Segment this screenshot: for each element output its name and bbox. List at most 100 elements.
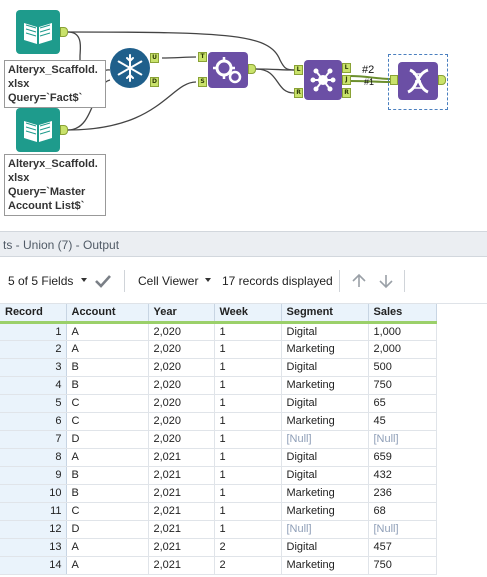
join-r-in-anchor[interactable]: R — [294, 88, 303, 98]
table-row[interactable]: 14 A 2,021 2 Marketing 750 — [0, 556, 437, 575]
table-cell[interactable]: 68 — [368, 502, 437, 521]
table-cell[interactable]: 1 — [214, 430, 282, 449]
formula-s-anchor[interactable]: S — [198, 77, 207, 87]
table-cell[interactable]: Digital — [281, 322, 369, 341]
results-grid[interactable]: Record Account Year Week Segment Sales 1 A 2,02… — [0, 304, 487, 577]
append-fields-tool[interactable] — [110, 48, 150, 88]
table-row[interactable]: 9 B 2,021 1 Digital 432 — [0, 466, 437, 485]
table-cell[interactable]: 2,021 — [148, 520, 215, 539]
table-cell[interactable]: 1 — [214, 484, 282, 503]
chevron-down-icon[interactable] — [81, 278, 87, 282]
join-j-out-anchor[interactable]: J — [342, 75, 351, 85]
table-cell[interactable]: 1,000 — [368, 322, 437, 341]
record-number-cell[interactable]: 13 — [0, 538, 67, 557]
table-cell[interactable]: 2,021 — [148, 448, 215, 467]
cell-viewer-selector[interactable]: Cell Viewer — [138, 274, 198, 288]
input2-output-anchor[interactable] — [60, 125, 68, 135]
record-number-cell[interactable]: 14 — [0, 556, 67, 575]
column-header-record[interactable]: Record — [0, 304, 67, 324]
table-cell[interactable]: 45 — [368, 412, 437, 431]
table-cell[interactable]: A — [66, 556, 149, 575]
formula-output-anchor[interactable] — [248, 64, 256, 74]
table-cell[interactable]: C — [66, 412, 149, 431]
table-cell[interactable]: 2,021 — [148, 556, 215, 575]
table-row[interactable]: 13 A 2,021 2 Digital 457 — [0, 538, 437, 557]
table-cell[interactable]: 2,020 — [148, 430, 215, 449]
table-cell[interactable]: 500 — [368, 358, 437, 377]
record-number-cell[interactable]: 11 — [0, 502, 67, 521]
record-number-cell[interactable]: 10 — [0, 484, 67, 503]
column-header-sales[interactable]: Sales — [368, 304, 437, 324]
column-header-year[interactable]: Year — [148, 304, 215, 324]
table-cell[interactable]: A — [66, 448, 149, 467]
table-cell[interactable]: A — [66, 538, 149, 557]
table-cell[interactable]: 2,021 — [148, 538, 215, 557]
table-cell[interactable]: D — [66, 520, 149, 539]
table-cell[interactable]: Marketing — [281, 376, 369, 395]
table-cell[interactable]: 1 — [214, 340, 282, 359]
join-l-in-anchor[interactable]: L — [294, 65, 303, 75]
table-cell[interactable]: 2,020 — [148, 322, 215, 341]
table-row[interactable]: 11 C 2,021 1 Marketing 68 — [0, 502, 437, 521]
record-number-cell[interactable]: 12 — [0, 520, 67, 539]
table-cell[interactable]: 1 — [214, 376, 282, 395]
record-number-cell[interactable]: 2 — [0, 340, 67, 359]
table-cell[interactable]: 1 — [214, 322, 282, 341]
union-tool[interactable] — [398, 62, 438, 100]
record-number-cell[interactable]: 4 — [0, 376, 67, 395]
table-cell[interactable]: Digital — [281, 538, 369, 557]
checkmark-icon[interactable] — [94, 273, 112, 289]
table-cell[interactable]: 1 — [214, 520, 282, 539]
table-cell[interactable]: B — [66, 376, 149, 395]
table-cell[interactable]: 2,020 — [148, 412, 215, 431]
workflow-canvas[interactable]: Alteryx_Scaffold. xlsx Query=`Fact$` Alt… — [0, 0, 487, 231]
table-cell[interactable]: 457 — [368, 538, 437, 557]
table-cell[interactable]: B — [66, 358, 149, 377]
append-u-anchor[interactable]: U — [150, 53, 159, 63]
table-row[interactable]: 8 A 2,021 1 Digital 659 — [0, 448, 437, 467]
table-row[interactable]: 12 D 2,021 1 [Null] [Null] — [0, 520, 437, 539]
table-row[interactable]: 1 A 2,020 1 Digital 1,000 — [0, 322, 437, 341]
table-cell[interactable]: 65 — [368, 394, 437, 413]
table-cell[interactable]: C — [66, 394, 149, 413]
table-cell[interactable]: Digital — [281, 466, 369, 485]
table-cell[interactable]: [Null] — [281, 430, 369, 449]
table-cell[interactable]: 2,021 — [148, 466, 215, 485]
table-cell[interactable]: Marketing — [281, 484, 369, 503]
table-row[interactable]: 7 D 2,020 1 [Null] [Null] — [0, 430, 437, 449]
record-number-cell[interactable]: 8 — [0, 448, 67, 467]
table-cell[interactable]: 432 — [368, 466, 437, 485]
table-row[interactable]: 2 A 2,020 1 Marketing 2,000 — [0, 340, 437, 359]
column-header-week[interactable]: Week — [214, 304, 282, 324]
table-row[interactable]: 5 C 2,020 1 Digital 65 — [0, 394, 437, 413]
table-cell[interactable]: 1 — [214, 466, 282, 485]
append-d-anchor[interactable]: D — [150, 77, 159, 87]
record-number-cell[interactable]: 9 — [0, 466, 67, 485]
table-cell[interactable]: Marketing — [281, 412, 369, 431]
table-cell[interactable]: 1 — [214, 502, 282, 521]
table-cell[interactable]: 236 — [368, 484, 437, 503]
table-cell[interactable]: D — [66, 430, 149, 449]
table-cell[interactable]: Marketing — [281, 502, 369, 521]
arrow-down-icon[interactable] — [378, 273, 394, 289]
table-cell[interactable]: 2 — [214, 538, 282, 557]
column-header-segment[interactable]: Segment — [281, 304, 369, 324]
table-cell[interactable]: 1 — [214, 394, 282, 413]
table-cell[interactable]: 2,021 — [148, 502, 215, 521]
record-number-cell[interactable]: 5 — [0, 394, 67, 413]
table-cell[interactable]: 1 — [214, 448, 282, 467]
arrow-up-icon[interactable] — [351, 273, 367, 289]
formula-t-anchor[interactable]: T — [198, 52, 207, 62]
record-number-cell[interactable]: 1 — [0, 322, 67, 341]
input-data-tool-1[interactable] — [16, 10, 60, 54]
input-data-tool-2[interactable] — [16, 108, 60, 152]
table-cell[interactable]: C — [66, 502, 149, 521]
formula-tool[interactable] — [208, 52, 248, 88]
table-row[interactable]: 6 C 2,020 1 Marketing 45 — [0, 412, 437, 431]
union-output-anchor[interactable] — [438, 75, 446, 85]
input1-output-anchor[interactable] — [60, 27, 68, 37]
table-cell[interactable]: Marketing — [281, 340, 369, 359]
fields-selector[interactable]: 5 of 5 Fields — [8, 274, 73, 288]
table-cell[interactable]: 2,021 — [148, 484, 215, 503]
table-cell[interactable]: Digital — [281, 358, 369, 377]
